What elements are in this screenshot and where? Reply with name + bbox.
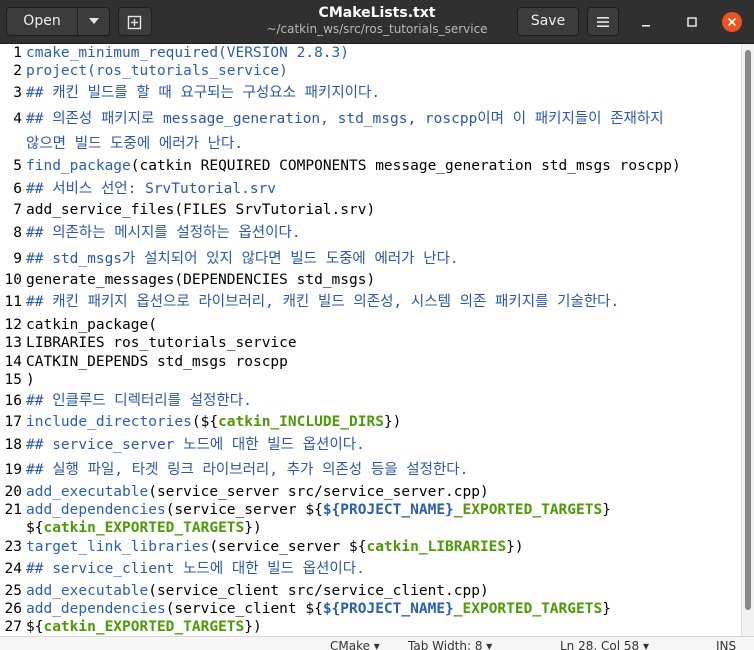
window-title: CMakeLists.txt (318, 5, 436, 21)
comment-line: ## service_client 노드에 대한 빌드 옵션이다. (26, 561, 365, 577)
comment-line: ## std_msgs가 설치되어 있지 않다면 빌드 도중에 에러가 난다. (26, 251, 459, 267)
comment-line: ## 의존하는 메시지를 설정하는 옵션이다. (26, 225, 301, 241)
tab-width-selector[interactable]: Tab Width: 8 ▾ (408, 639, 492, 650)
variable: catkin_EXPORTED_TARGETS (43, 619, 245, 635)
keyword: add_dependencies (26, 601, 166, 617)
variable: _EXPORTED_TARGETS (453, 502, 603, 518)
new-tab-icon (127, 15, 142, 30)
new-tab-button[interactable] (118, 7, 152, 36)
keyword: include_directories (26, 414, 192, 430)
close-icon (727, 17, 737, 27)
line-number: 15 (4, 372, 22, 388)
vertical-scrollbar[interactable] (741, 44, 754, 636)
variable: catkin_INCLUDE_DIRS (218, 414, 384, 430)
code-line: ${catkin_EXPORTED_TARGETS}) (26, 520, 262, 536)
line-number: 14 (4, 354, 22, 370)
code-line: cmake_minimum_required(VERSION 2.8.3) (26, 45, 350, 61)
chevron-down-icon (89, 18, 99, 24)
comment-line: ## 서비스 선언: SrvTutorial.srv (26, 181, 277, 197)
line-number: 1 (13, 45, 22, 61)
menu-button[interactable] (587, 7, 619, 36)
line-number: 10 (4, 272, 22, 288)
line-number: 12 (4, 317, 22, 333)
variable: ${PROJECT_NAME} (322, 601, 454, 617)
status-bar: CMake ▾ Tab Width: 8 ▾ Ln 28, Col 58 ▾ I… (0, 636, 754, 650)
insert-mode-indicator: INS (716, 639, 737, 650)
code-line: ) (26, 372, 35, 388)
language-selector[interactable]: CMake ▾ (330, 639, 380, 650)
variable: _EXPORTED_TARGETS (453, 601, 603, 617)
open-button[interactable]: Open (6, 7, 110, 36)
line-number: 19 (4, 462, 22, 478)
line-number: 13 (4, 335, 22, 351)
cursor-position[interactable]: Ln 28, Col 58 ▾ (560, 639, 649, 650)
window-subtitle: ~/catkin_ws/src/ros_tutorials_service (266, 22, 488, 36)
open-button-label: Open (23, 13, 61, 29)
hamburger-menu-icon (597, 17, 609, 27)
scrollbar-thumb[interactable] (745, 50, 751, 610)
maximize-button[interactable] (683, 13, 701, 31)
text-editor[interactable]: 1 cmake_minimum_required(VERSION 2.8.3) 2… (0, 44, 741, 636)
open-dropdown-button[interactable] (78, 8, 110, 35)
line-number: 23 (4, 539, 22, 555)
line-number: 8 (13, 225, 22, 241)
code-line: catkin_package( (26, 317, 157, 333)
line-number: 9 (13, 251, 22, 267)
keyword: target_link_libraries (26, 539, 210, 555)
line-number: 4 (13, 111, 22, 127)
comment-line: ## service_server 노드에 대한 빌드 옵션이다. (26, 437, 365, 453)
code-line: ${catkin_EXPORTED_TARGETS}) (26, 619, 262, 635)
save-button[interactable]: Save (517, 7, 579, 36)
code-line: target_link_libraries(service_server ${c… (26, 539, 524, 555)
code-line: generate_messages(DEPENDENCIES std_msgs) (26, 272, 376, 288)
line-number: 27 (4, 619, 22, 635)
keyword: find_package (26, 158, 131, 174)
line-number: 25 (4, 583, 22, 599)
code-line: CATKIN_DEPENDS std_msgs roscpp (26, 354, 288, 370)
line-number: 17 (4, 414, 22, 430)
code-line: find_package(catkin REQUIRED COMPONENTS … (26, 158, 681, 174)
comment-line: ## 캐킨 패키지 옵션으로 라이브러리, 캐킨 빌드 의존성, 시스템 의존 … (26, 294, 620, 310)
variable: catkin_EXPORTED_TARGETS (43, 520, 245, 536)
line-number: 24 (4, 561, 22, 577)
minimize-button[interactable] (637, 13, 655, 31)
line-number: 20 (4, 484, 22, 500)
variable: ${PROJECT_NAME} (322, 502, 454, 518)
keyword: add_dependencies (26, 502, 166, 518)
code-line: add_service_files(FILES SrvTutorial.srv) (26, 202, 376, 218)
line-number: 21 (4, 502, 22, 518)
code-line: project(ros_tutorials_service) (26, 63, 288, 79)
comment-line: ## 실행 파일, 타겟 링크 라이브러리, 추가 의존성 등을 설정한다. (26, 462, 469, 478)
minimize-icon (642, 25, 650, 27)
line-number: 18 (4, 437, 22, 453)
code-line: LIBRARIES ros_tutorials_service (26, 335, 297, 351)
line-number: 16 (4, 393, 22, 409)
keyword: add_executable (26, 484, 149, 500)
keyword: add_executable (26, 583, 149, 599)
line-number: 6 (13, 181, 22, 197)
close-button[interactable] (722, 12, 742, 32)
line-number: 2 (13, 63, 22, 79)
header-bar: Open CMakeLists.txt ~/catkin_ws/src/ros_… (0, 0, 754, 44)
code-line: add_executable(service_client src/servic… (26, 583, 489, 599)
code-line: add_dependencies(service_server ${${PROJ… (26, 502, 611, 518)
comment-line: ## 의존성 패키지로 message_generation, std_msgs… (26, 111, 664, 127)
line-number: 7 (13, 202, 22, 218)
code-line: add_executable(service_server src/servic… (26, 484, 489, 500)
comment-line: 않으면 빌드 도중에 에러가 난다. (26, 136, 244, 152)
window-title-area: CMakeLists.txt ~/catkin_ws/src/ros_tutor… (230, 4, 524, 37)
line-number: 26 (4, 601, 22, 617)
maximize-icon (687, 17, 697, 27)
code-line: include_directories(${catkin_INCLUDE_DIR… (26, 414, 402, 430)
line-number: 11 (4, 294, 22, 310)
comment-line: ## 인클루드 디렉터리를 설정한다. (26, 393, 252, 409)
variable: catkin_LIBRARIES (366, 539, 507, 555)
line-number: 5 (13, 158, 22, 174)
code-line: add_dependencies(service_client ${${PROJ… (26, 601, 611, 617)
line-number: 3 (13, 85, 22, 101)
comment-line: ## 캐킨 빌드를 할 때 요구되는 구성요소 패키지이다. (26, 85, 381, 101)
